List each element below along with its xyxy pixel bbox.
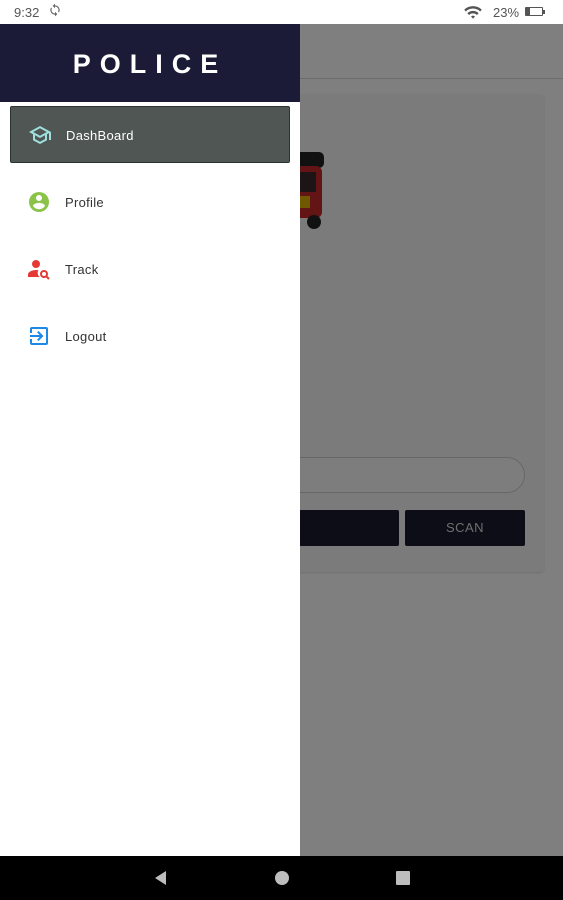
nav-label-dashboard: DashBoard: [66, 128, 134, 143]
nav-item-logout[interactable]: Logout: [10, 308, 290, 365]
graduation-cap-icon: [28, 123, 52, 147]
person-search-icon: [27, 257, 51, 281]
nav-label-profile: Profile: [65, 195, 104, 210]
system-nav-bar: [0, 856, 563, 900]
nav-item-track[interactable]: Track: [10, 241, 290, 298]
battery-icon: [525, 7, 545, 16]
home-icon[interactable]: [272, 868, 292, 888]
account-circle-icon: [27, 190, 51, 214]
status-time: 9:32: [14, 5, 40, 20]
recent-apps-icon[interactable]: [393, 868, 413, 888]
sync-icon: [48, 3, 62, 20]
wifi-icon: [463, 4, 483, 23]
nav-label-track: Track: [65, 262, 99, 277]
nav-item-dashboard[interactable]: DashBoard: [10, 106, 290, 163]
navigation-drawer: POLICE DashBoard Profile Track Logout: [0, 24, 300, 856]
battery-percent: 23%: [493, 5, 520, 20]
drawer-header: POLICE: [0, 24, 300, 102]
nav-label-logout: Logout: [65, 329, 107, 344]
nav-item-profile[interactable]: Profile: [10, 174, 290, 231]
battery-level: [526, 8, 530, 15]
status-bar: 9:32 23%: [0, 0, 563, 24]
drawer-title: POLICE: [72, 49, 228, 79]
logout-icon: [27, 324, 51, 348]
back-icon[interactable]: [151, 868, 171, 888]
